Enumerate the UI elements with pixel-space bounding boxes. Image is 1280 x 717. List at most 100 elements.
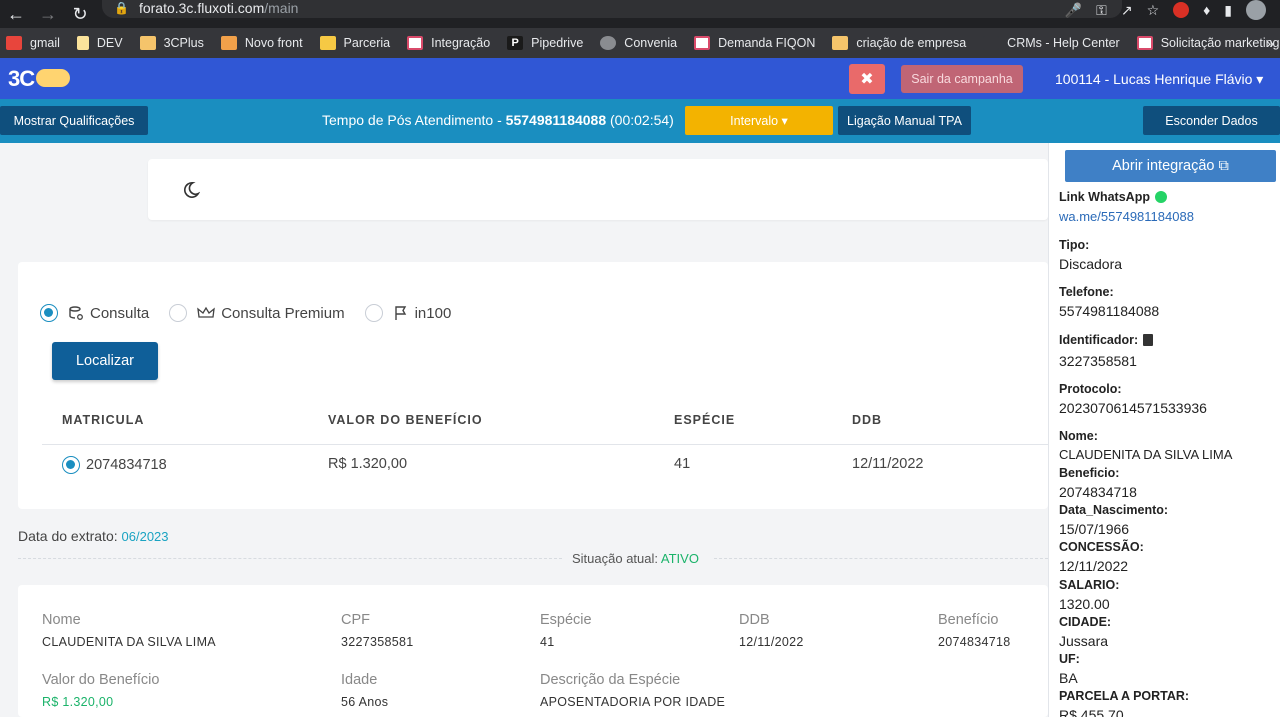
radio-in100[interactable] xyxy=(364,304,383,322)
whatsapp-link[interactable]: wa.me/5574981184088 xyxy=(1059,209,1194,224)
forward-arrow-icon[interactable]: → xyxy=(32,0,64,28)
col-especie: ESPÉCIE xyxy=(674,413,736,427)
search-type-options: Consulta Consulta Premium in100 xyxy=(40,304,471,322)
bookmark-convenia[interactable]: Convenia xyxy=(600,36,677,50)
avatar[interactable] xyxy=(1246,0,1266,20)
mic-off-icon[interactable]: ✖ xyxy=(849,64,885,94)
whatsapp-icon xyxy=(1154,191,1167,203)
radio-consulta[interactable] xyxy=(40,304,58,322)
cell-especie: 41 xyxy=(674,456,691,472)
table-divider xyxy=(42,444,1048,445)
database-search-icon xyxy=(69,306,83,320)
fiqon-icon xyxy=(407,36,424,50)
pipedrive-icon: P xyxy=(507,36,524,50)
protocolo-label: Protocolo: xyxy=(1059,382,1122,396)
fiqon-icon xyxy=(1136,36,1153,50)
cell-ddb: 12/11/2022 xyxy=(852,456,924,472)
search-card: Consulta Consulta Premium in100 Localiza… xyxy=(18,262,1048,509)
share-icon[interactable]: ↗ xyxy=(1121,2,1133,19)
copy-icon[interactable] xyxy=(1143,334,1154,346)
back-arrow-icon[interactable]: ← xyxy=(0,0,32,28)
abrir-integracao-button[interactable]: Abrir integração ⧉ xyxy=(1065,150,1276,182)
descricao-label: Descrição da Espécie xyxy=(540,672,681,688)
url-host: forato.3c.fluxoti.com xyxy=(138,0,265,16)
bookmark-novo-front[interactable]: Novo front xyxy=(220,36,303,50)
option-consulta[interactable]: Consulta xyxy=(40,304,149,322)
sair-campanha-button[interactable]: Sair da campanha xyxy=(901,65,1023,93)
nascimento-value: 15/07/1966 xyxy=(1059,521,1130,537)
valor-value: R$ 1.320,00 xyxy=(42,695,114,709)
divider xyxy=(18,558,562,559)
option-consulta-premium[interactable]: Consulta Premium xyxy=(169,304,345,322)
status-bar: Mostrar Qualificações Tempo de Pós Atend… xyxy=(0,99,1280,143)
bookmark-3cplus[interactable]: 3CPlus xyxy=(139,36,204,50)
parcela-label: PARCELA A PORTAR: xyxy=(1059,689,1190,703)
nascimento-label: Data_Nascimento: xyxy=(1059,503,1169,517)
bookmark-gmail[interactable]: gmail xyxy=(6,36,60,50)
bookmarks-bar: gmail DEV 3CPlus Novo front Parceria Int… xyxy=(0,28,1280,58)
cidade-label: CIDADE: xyxy=(1059,615,1112,629)
valor-label: Valor do Benefício xyxy=(42,672,160,688)
3c-icon xyxy=(220,36,237,50)
top-card xyxy=(148,159,1048,220)
star-icon[interactable]: ☆ xyxy=(1147,2,1160,19)
cell-valor: R$ 1.320,00 xyxy=(328,456,408,472)
bookmark-dev[interactable]: DEV xyxy=(76,36,123,50)
bookmark-solicitacao[interactable]: Solicitação marketing xyxy=(1136,36,1280,50)
concessao-value: 12/11/2022 xyxy=(1059,558,1129,574)
situacao-atual: Situação atual: ATIVO xyxy=(572,551,699,566)
chevron-right-icon[interactable]: » xyxy=(1266,35,1274,51)
bookmark-crms[interactable]: CRMs - Help Center xyxy=(983,36,1120,50)
bookmark-demanda[interactable]: Demanda FIQON xyxy=(694,36,815,50)
ligacao-manual-button[interactable]: Ligação Manual TPA xyxy=(838,106,971,135)
fiqon-icon xyxy=(694,36,711,50)
app-header: 3C ✖ Sair da campanha 100114 - Lucas Hen… xyxy=(0,58,1280,99)
address-bar[interactable]: 🔒 forato.3c.fluxoti.com/main xyxy=(102,0,1122,18)
client-data-panel: Abrir integração ⧉ Link WhatsApp wa.me/5… xyxy=(1048,143,1280,717)
url-path: /main xyxy=(264,0,299,16)
parcela-value: R$ 455,70 xyxy=(1059,707,1124,717)
sidebar-icon[interactable]: ▮ xyxy=(1224,2,1232,19)
mostrar-qualificacoes-button[interactable]: Mostrar Qualificações xyxy=(0,106,148,135)
telefone-label: Telefone: xyxy=(1059,285,1114,299)
tipo-value: Discadora xyxy=(1059,256,1123,272)
ddb-value: 12/11/2022 xyxy=(739,635,804,649)
bookmark-criacao[interactable]: criação de empresa xyxy=(832,36,966,50)
data-extrato: Data do extrato: 06/2023 xyxy=(18,528,169,544)
option-in100[interactable]: in100 xyxy=(364,304,451,322)
puzzle-icon[interactable]: ♦ xyxy=(1203,2,1210,18)
extension-icon[interactable] xyxy=(1173,2,1190,18)
table-row[interactable]: 2074834718 xyxy=(62,456,167,474)
whatsapp-label: Link WhatsApp xyxy=(1059,190,1167,204)
flag-icon xyxy=(394,306,406,320)
handshake-icon xyxy=(319,36,336,50)
key-icon[interactable]: ⚿ xyxy=(1096,2,1107,19)
blank-icon xyxy=(983,36,1000,50)
radio-consulta-premium[interactable] xyxy=(169,304,188,322)
concessao-label: CONCESSÃO: xyxy=(1059,540,1144,554)
user-menu[interactable]: 100114 - Lucas Henrique Flávio ▾ xyxy=(1055,71,1263,88)
localizar-button[interactable]: Localizar xyxy=(52,342,158,380)
nome-label: Nome: xyxy=(1059,429,1098,443)
reload-icon[interactable]: ↻ xyxy=(64,0,96,28)
esconder-dados-button[interactable]: Esconder Dados xyxy=(1143,106,1280,135)
moon-icon[interactable] xyxy=(182,181,200,199)
bookmark-pipedrive[interactable]: P Pipedrive xyxy=(507,36,583,50)
nome-value: CLAUDENITA DA SILVA LIMA xyxy=(42,635,216,649)
browser-actions: 🎤 ⚿ ↗ ☆ ♦ ▮ xyxy=(1065,0,1280,20)
salario-label: SALARIO: xyxy=(1059,578,1120,592)
bookmark-parceria[interactable]: Parceria xyxy=(319,36,390,50)
identificador-label: Identificador: xyxy=(1059,333,1154,347)
crown-icon xyxy=(197,306,216,318)
bookmark-integracao[interactable]: Integração xyxy=(407,36,490,50)
logo: 3C xyxy=(8,66,71,92)
mic-icon[interactable]: 🎤 xyxy=(1065,2,1082,19)
intervalo-dropdown[interactable]: Intervalo ▾ xyxy=(685,106,833,135)
especie-label: Espécie xyxy=(540,612,592,628)
divider xyxy=(714,558,1048,559)
idade-value: 56 Anos xyxy=(341,695,389,709)
gmail-icon xyxy=(6,36,22,50)
cpf-label: CPF xyxy=(341,612,370,628)
radio-matricula[interactable] xyxy=(62,456,80,474)
beneficio-label: Benefício xyxy=(938,612,999,628)
